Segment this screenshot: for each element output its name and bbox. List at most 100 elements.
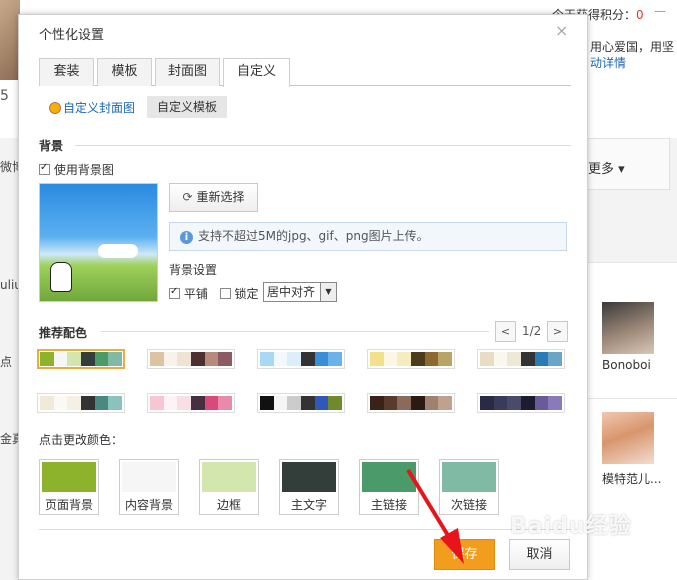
color-tile-label: 页面背景 xyxy=(44,498,93,512)
cloud-shape xyxy=(98,244,138,258)
palette-swatch[interactable] xyxy=(147,393,235,413)
color-tile[interactable]: 页面背景 xyxy=(39,459,99,515)
palette-color xyxy=(260,396,274,410)
palette-swatch[interactable] xyxy=(257,349,345,369)
palette-color xyxy=(328,396,343,410)
palette-color xyxy=(424,396,439,410)
palette-color xyxy=(67,396,82,410)
cancel-button[interactable]: 取消 xyxy=(509,539,570,570)
palette-color xyxy=(397,352,412,366)
palette-swatch[interactable] xyxy=(257,393,345,413)
palette-color xyxy=(438,396,453,410)
palette-color xyxy=(177,352,192,366)
palette-color xyxy=(53,396,68,410)
palette-color xyxy=(273,396,288,410)
palette-color xyxy=(493,396,508,410)
score-value: 0 xyxy=(636,8,644,22)
color-fill xyxy=(282,462,336,492)
palette-color xyxy=(370,396,384,410)
color-tile[interactable]: 主文字 xyxy=(279,459,339,515)
palette-color xyxy=(521,352,535,366)
use-bg-checkbox[interactable]: 使用背景图 xyxy=(39,161,114,178)
palette-color xyxy=(438,352,453,366)
tab-cover[interactable]: 封面图 xyxy=(155,58,220,86)
align-select[interactable]: 居中对齐 ▼ xyxy=(263,282,337,302)
divider xyxy=(588,398,677,399)
palette-color xyxy=(108,396,123,410)
palette-color xyxy=(94,352,109,366)
color-tile[interactable]: 边框 xyxy=(199,459,259,515)
palette-color xyxy=(108,352,123,366)
tile-label: 平铺 xyxy=(183,287,208,301)
palette-color xyxy=(301,396,315,410)
background-details-link[interactable]: 动详情 xyxy=(590,54,626,71)
page-indicator: 1/2 xyxy=(522,324,542,338)
palette-color xyxy=(370,352,384,366)
palette-swatch[interactable] xyxy=(477,393,565,413)
palette-color xyxy=(67,352,82,366)
palette-swatch[interactable] xyxy=(147,349,235,369)
color-tile[interactable]: 内容背景 xyxy=(119,459,179,515)
lock-option[interactable]: 锁定 xyxy=(219,287,259,301)
palette-color xyxy=(397,396,412,410)
color-fill xyxy=(122,462,176,492)
personalization-dialog: 个性化设置 × 套装 模板 封面图 自定义 自定义封面图 自定义模板 背景 使用… xyxy=(18,14,588,580)
palette-color xyxy=(480,396,494,410)
palette-color xyxy=(493,352,508,366)
section-title-background: 背景 xyxy=(39,139,64,153)
palette-color xyxy=(81,352,95,366)
reselect-label: 重新选择 xyxy=(196,190,245,204)
score-close-icon[interactable]: — xyxy=(654,4,666,18)
align-value: 居中对齐 xyxy=(267,285,316,299)
bg-options: 平铺 锁定 xyxy=(169,285,267,302)
user-name[interactable]: 模特范儿... xyxy=(602,470,661,487)
palette-swatch[interactable] xyxy=(367,393,455,413)
palette-color xyxy=(81,396,95,410)
tab-template[interactable]: 模板 xyxy=(97,58,152,86)
close-icon[interactable]: × xyxy=(555,21,568,40)
color-tile-label: 内容背景 xyxy=(124,498,173,512)
subtab-custom-template[interactable]: 自定义模板 xyxy=(147,96,227,118)
section-title-colors: 推荐配色 xyxy=(39,326,88,340)
tab-suit[interactable]: 套装 xyxy=(39,58,94,86)
lock-label: 锁定 xyxy=(234,287,259,301)
palette-color xyxy=(548,352,563,366)
palette-color xyxy=(301,352,315,366)
palette-color xyxy=(534,352,549,366)
upload-tip: i 支持不超过5M的jpg、gif、png图片上传。 xyxy=(169,222,567,251)
user-name[interactable]: Bonoboi xyxy=(602,358,651,372)
change-color-label: 点击更改颜色： xyxy=(39,433,124,447)
color-fill xyxy=(42,462,96,492)
background-left-text: 点 xyxy=(0,355,13,369)
avatar[interactable] xyxy=(602,412,654,464)
checkbox-unchecked[interactable] xyxy=(219,288,231,299)
palette-swatch[interactable] xyxy=(477,349,565,369)
reselect-button[interactable]: ⟳ 重新选择 xyxy=(169,183,258,212)
background-preview-image xyxy=(39,183,158,302)
background-thumbnail-image xyxy=(0,0,20,80)
checkbox-checked[interactable] xyxy=(39,162,50,175)
palette-color xyxy=(204,396,219,410)
avatar[interactable] xyxy=(602,302,654,354)
more-label: 更多 xyxy=(588,162,615,177)
palette-swatch[interactable] xyxy=(37,393,125,413)
bg-settings-label: 背景设置 xyxy=(169,263,218,277)
palette-color xyxy=(507,396,522,410)
next-page-button[interactable]: > xyxy=(547,321,568,342)
subtab-custom-cover[interactable]: 自定义封面图 xyxy=(49,99,135,116)
tab-bar: 套装 模板 封面图 自定义 xyxy=(39,55,571,87)
more-dropdown[interactable]: 更多 ▾ xyxy=(588,158,625,177)
palette-color xyxy=(191,396,205,410)
tab-custom[interactable]: 自定义 xyxy=(223,58,290,87)
palette-color xyxy=(480,352,494,366)
palette-color xyxy=(150,396,164,410)
palette-color xyxy=(314,396,329,410)
tile-option[interactable]: 平铺 xyxy=(169,286,208,301)
palette-color xyxy=(287,352,302,366)
palette-color xyxy=(424,352,439,366)
palette-swatch[interactable] xyxy=(367,349,455,369)
prev-page-button[interactable]: < xyxy=(495,321,516,342)
checkbox-checked[interactable] xyxy=(169,286,180,299)
palette-swatch[interactable] xyxy=(37,349,125,369)
palette-color xyxy=(287,396,302,410)
